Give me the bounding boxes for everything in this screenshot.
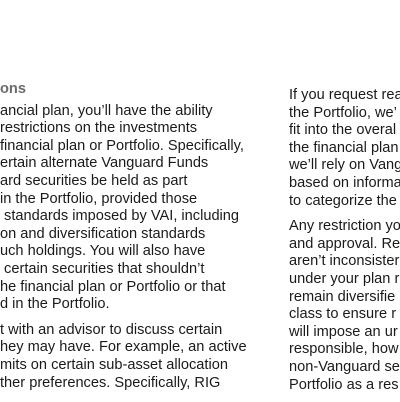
text-line: Any restriction yo bbox=[289, 218, 400, 235]
text-line: the Portfolio, we’ bbox=[289, 104, 397, 121]
text-line: ertain alternate Vanguard Funds bbox=[0, 155, 209, 172]
text-line: hey may have. For example, an active bbox=[0, 339, 247, 356]
text-line: restrictions on the investments bbox=[0, 120, 198, 137]
text-line: in the Portfolio, provided those bbox=[0, 190, 198, 207]
text-line: will impose an ur bbox=[289, 323, 398, 340]
text-line: remain diversifie bbox=[289, 288, 396, 305]
paragraph: ancial plan, you’ll have the ability rest… bbox=[0, 103, 247, 314]
text-line: uch holdings. You will also have bbox=[0, 243, 206, 260]
section-heading: ons bbox=[0, 81, 26, 97]
text-line: the financial plan bbox=[289, 139, 399, 156]
paragraph: If you request rea the Portfolio, we’ fit … bbox=[289, 87, 400, 210]
text-line: mits on certain sub-asset allocation bbox=[0, 356, 228, 373]
text-line: certain securities that shouldn’t bbox=[0, 260, 205, 277]
text-line: aren’t inconsister bbox=[289, 253, 400, 270]
text-line: responsible, how bbox=[289, 341, 399, 358]
text-line: we’ll rely on Vang bbox=[289, 157, 400, 174]
text-line: standards imposed by VAI, including bbox=[0, 208, 240, 225]
text-line: and approval. Re bbox=[289, 235, 400, 252]
text-line: ard securities be held as part bbox=[0, 172, 188, 189]
text-line: he financial plan or Portfolio or that bbox=[0, 278, 226, 295]
text-line: to categorize the bbox=[289, 192, 397, 209]
text-line: non-Vanguard se bbox=[289, 358, 400, 375]
text-line: on and diversification standards bbox=[0, 225, 206, 242]
text-line: ancial plan, you’ll have the ability bbox=[0, 102, 213, 119]
text-line: Portfolio as a res bbox=[289, 376, 399, 393]
text-line: fit into the overal bbox=[289, 122, 397, 139]
text-line: d in the Portfolio. bbox=[0, 296, 110, 313]
text-line: t with an advisor to discuss certain bbox=[0, 321, 223, 338]
left-column: ons ancial plan, you’ll have the ability… bbox=[0, 81, 247, 400]
text-line: based on informa bbox=[289, 174, 400, 191]
right-column: If you request rea the Portfolio, we’ fit … bbox=[289, 87, 400, 402]
text-line: under your plan r bbox=[289, 270, 400, 287]
paragraph: Any restriction yo and approval. Re aren’t… bbox=[289, 218, 400, 394]
text-line: ther preferences. Specifically, RIG bbox=[0, 374, 221, 391]
text-line: class to ensure r bbox=[289, 306, 397, 323]
text-line: financial plan or Portfolio. Specificall… bbox=[0, 137, 244, 154]
paragraph: t with an advisor to discuss certain hey … bbox=[0, 322, 247, 392]
text-line: If you request rea bbox=[289, 87, 400, 103]
